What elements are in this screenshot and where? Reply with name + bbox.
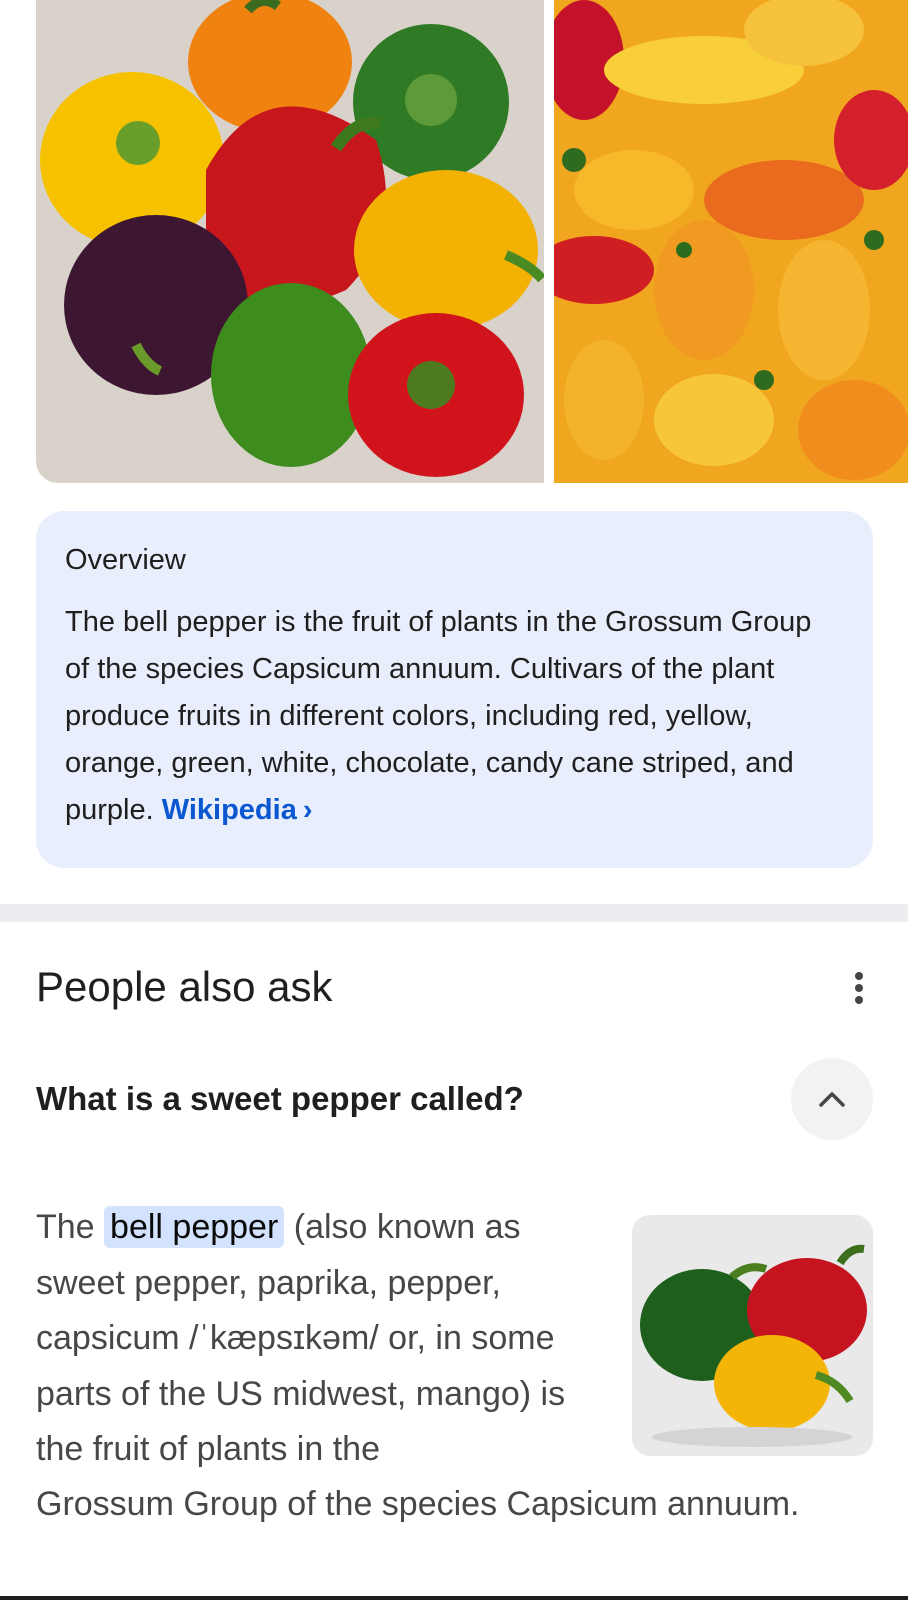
- question-row[interactable]: What is a sweet pepper called?: [36, 1058, 873, 1140]
- collapse-answer-button[interactable]: [791, 1058, 873, 1140]
- answer-highlight: bell pepper: [104, 1206, 285, 1248]
- chevron-right-icon: ›: [302, 794, 313, 826]
- answer-text: The bell pepper (also known as sweet pep…: [36, 1200, 596, 1478]
- menu-dot: [855, 996, 863, 1004]
- mini-peppers-image[interactable]: [554, 0, 908, 483]
- overview-body: The bell pepper is the fruit of plants i…: [65, 606, 812, 826]
- answer-pre: The: [36, 1208, 105, 1246]
- people-also-ask-heading: People also ask: [36, 963, 333, 1010]
- wikipedia-link[interactable]: Wikipedia ›: [162, 794, 313, 826]
- chevron-up-icon: [819, 1092, 845, 1107]
- overview-title: Overview: [65, 544, 186, 576]
- overview-card: Overview The bell pepper is the fruit of…: [36, 511, 873, 868]
- wikipedia-link-label: Wikipedia: [161, 794, 297, 826]
- bell-peppers-image[interactable]: [36, 0, 544, 483]
- answer-thumbnail-image[interactable]: [632, 1215, 873, 1456]
- search-results-page: Overview The bell pepper is the fruit of…: [0, 0, 908, 1600]
- menu-dot: [855, 972, 863, 980]
- more-vert-icon[interactable]: [841, 968, 877, 1008]
- overview-text: The bell pepper is the fruit of plants i…: [65, 599, 843, 834]
- section-divider: [0, 904, 908, 922]
- question-text: What is a sweet pepper called?: [36, 1080, 524, 1117]
- image-carousel[interactable]: [36, 0, 908, 483]
- answer-text-tail: Grossum Group of the species Capsicum an…: [36, 1485, 800, 1523]
- bottom-edge: [0, 1596, 908, 1600]
- menu-dot: [855, 984, 863, 992]
